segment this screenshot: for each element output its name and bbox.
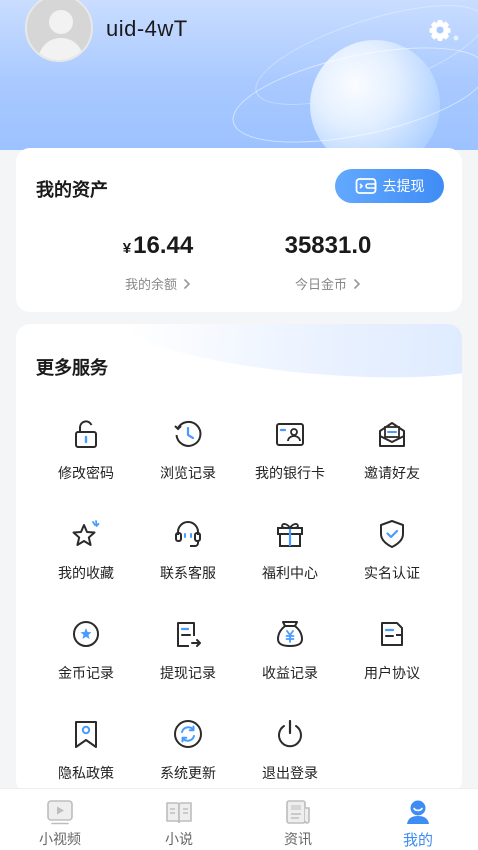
service-label: 系统更新 <box>160 766 216 782</box>
withdraw-label: 去提现 <box>382 179 425 195</box>
withdraw-doc-icon <box>177 622 201 647</box>
profile-header: uid-4wT <box>0 0 478 150</box>
service-label: 联系客服 <box>160 566 216 582</box>
wallet-icon <box>355 178 376 194</box>
withdraw-button[interactable]: 去提现 <box>335 169 444 203</box>
video-icon <box>47 800 73 825</box>
service-label: 用户协议 <box>364 666 420 682</box>
tab-label: 小视频 <box>39 832 81 848</box>
gift-icon <box>277 523 303 547</box>
service-welfare-center[interactable]: 福利中心 <box>238 518 342 598</box>
balance-label: 我的余额 <box>124 278 177 293</box>
star-icon <box>72 520 100 546</box>
currency-symbol: ¥ <box>122 240 132 257</box>
settings-button[interactable] <box>428 17 462 45</box>
service-coin-records[interactable]: 金币记录 <box>34 618 138 698</box>
history-icon <box>174 420 202 447</box>
tab-label: 我的 <box>402 831 433 849</box>
service-label: 金币记录 <box>58 666 114 682</box>
coins-value: 35831.0 <box>284 232 372 259</box>
coin-icon <box>73 621 99 647</box>
service-user-agreement[interactable]: 用户协议 <box>340 618 444 698</box>
balance-value: 16.44 <box>133 232 194 259</box>
chevron-right-icon <box>183 278 191 289</box>
username: uid-4wT <box>106 16 188 41</box>
services-card: 更多服务 修改密码 浏览记录 我的银行卡 邀请好友 我的收藏 联系客服 福利中心… <box>16 324 462 794</box>
agreement-doc-icon <box>381 622 403 646</box>
decor-wave <box>124 324 462 388</box>
bank-card-icon <box>276 423 304 446</box>
service-invite-friends[interactable]: 邀请好友 <box>340 418 444 498</box>
tab-news[interactable]: 资讯 <box>253 799 343 849</box>
unlock-icon <box>75 420 97 448</box>
service-label: 收益记录 <box>262 666 318 682</box>
service-browse-history[interactable]: 浏览记录 <box>136 418 240 498</box>
bookmark-icon <box>75 721 97 748</box>
tab-novel[interactable]: 小说 <box>134 799 224 849</box>
book-icon <box>166 802 192 824</box>
tab-mine[interactable]: 我的 <box>373 799 463 850</box>
service-income-records[interactable]: 收益记录 <box>238 618 342 698</box>
service-label: 我的银行卡 <box>255 466 325 482</box>
service-label: 浏览记录 <box>160 466 216 482</box>
service-label: 我的收藏 <box>58 566 114 582</box>
service-bank-card[interactable]: 我的银行卡 <box>238 418 342 498</box>
chevron-right-icon <box>353 278 361 289</box>
coins-stat[interactable]: 35831.0 今日金币 <box>258 232 398 293</box>
user-icon <box>407 800 429 824</box>
bottom-tab-bar: 小视频 小说 资讯 我的 <box>0 788 478 850</box>
power-icon <box>278 719 302 748</box>
coins-label: 今日金币 <box>294 278 347 293</box>
gear-icon <box>429 20 460 42</box>
money-bag-icon <box>276 621 304 648</box>
service-change-password[interactable]: 修改密码 <box>34 418 138 498</box>
service-label: 退出登录 <box>262 766 318 782</box>
refresh-icon <box>174 720 202 748</box>
service-favorites[interactable]: 我的收藏 <box>34 518 138 598</box>
shield-check-icon <box>380 520 404 548</box>
service-label: 实名认证 <box>364 566 420 582</box>
invite-envelope-icon <box>379 422 405 447</box>
service-customer-service[interactable]: 联系客服 <box>136 518 240 598</box>
service-label: 隐私政策 <box>58 766 114 782</box>
service-withdraw-records[interactable]: 提现记录 <box>136 618 240 698</box>
service-logout[interactable]: 退出登录 <box>238 718 342 794</box>
service-label: 提现记录 <box>160 666 216 682</box>
avatar[interactable] <box>25 0 93 62</box>
default-avatar-icon <box>27 0 91 60</box>
service-label: 邀请好友 <box>364 466 420 482</box>
assets-card: 我的资产 去提现 ¥16.44 我的余额 35831.0 今日金币 <box>16 148 462 312</box>
service-system-update[interactable]: 系统更新 <box>136 718 240 794</box>
tab-label: 小说 <box>165 832 193 848</box>
service-label: 修改密码 <box>58 466 114 482</box>
assets-title: 我的资产 <box>36 180 108 201</box>
tab-label: 资讯 <box>284 832 312 848</box>
service-label: 福利中心 <box>262 566 318 582</box>
headset-icon <box>175 521 201 547</box>
news-icon <box>286 800 310 824</box>
service-privacy-policy[interactable]: 隐私政策 <box>34 718 138 794</box>
services-title: 更多服务 <box>36 358 108 379</box>
service-real-name-auth[interactable]: 实名认证 <box>340 518 444 598</box>
tab-short-video[interactable]: 小视频 <box>15 799 105 849</box>
balance-stat[interactable]: ¥16.44 我的余额 <box>88 232 228 293</box>
